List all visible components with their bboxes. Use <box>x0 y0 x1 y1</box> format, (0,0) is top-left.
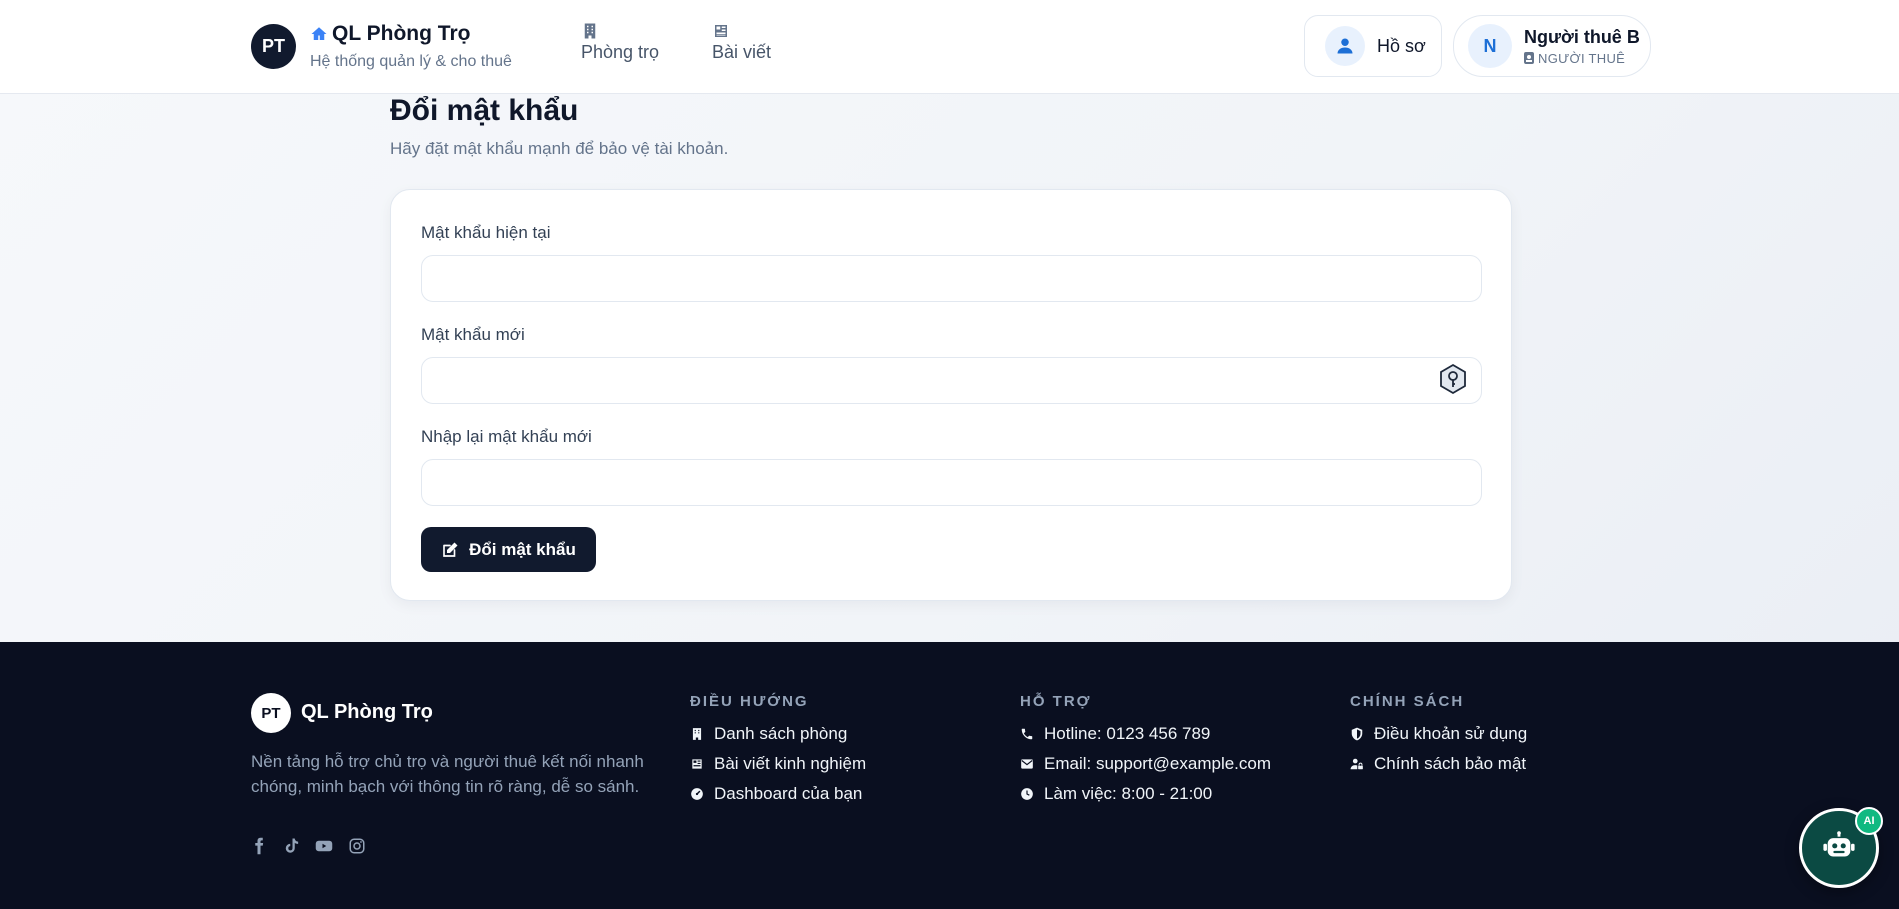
user-icon <box>1325 26 1365 66</box>
footer-heading-support: HỖ TRỢ <box>1020 693 1092 710</box>
footer-logo: PT <box>251 693 291 733</box>
brand-logo[interactable]: PT <box>251 24 296 69</box>
current-password-label: Mật khẩu hiện tại <box>421 223 551 242</box>
new-password-input[interactable] <box>421 357 1482 404</box>
footer-email[interactable]: Email: support@example.com <box>1020 754 1271 774</box>
page-title: Đổi mật khẩu <box>390 94 579 127</box>
footer-link-articles[interactable]: Bài viết kinh nghiệm <box>690 754 866 774</box>
profile-button[interactable]: Hồ sơ <box>1304 15 1442 77</box>
nav-item-label: Bài viết <box>712 42 772 62</box>
footer-link-dashboard[interactable]: Dashboard của bạn <box>690 784 862 804</box>
footer-link-label: Danh sách phòng <box>714 724 848 743</box>
footer-support-label: Hotline: 0123 456 789 <box>1044 724 1211 743</box>
id-badge-icon <box>1524 52 1534 64</box>
envelope-icon <box>1021 759 1033 769</box>
tiktok-icon[interactable] <box>282 837 300 855</box>
avatar: N <box>1468 24 1512 68</box>
phone-icon <box>1021 728 1033 740</box>
footer-description: Nền tảng hỗ trợ chủ trọ và người thuê kế… <box>251 752 644 796</box>
password-key-icon[interactable] <box>1437 363 1469 395</box>
edit-icon <box>443 542 458 557</box>
footer-link-label: Điều khoản sử dụng <box>1374 724 1528 743</box>
change-password-button-label: Đổi mật khẩu <box>469 539 576 559</box>
robot-icon <box>1823 831 1855 857</box>
footer-link-privacy[interactable]: Chính sách bảo mật <box>1350 754 1526 774</box>
nav-item-posts[interactable]: Bài viết <box>712 22 771 63</box>
confirm-password-label: Nhập lại mật khẩu mới <box>421 427 592 446</box>
user-role-text: NGƯỜI THUÊ <box>1538 50 1626 66</box>
footer-link-room-list[interactable]: Danh sách phòng <box>690 724 847 744</box>
user-name: Người thuê B <box>1524 26 1640 47</box>
gauge-icon <box>691 788 703 800</box>
user-role: NGƯỜI THUÊ <box>1524 51 1640 66</box>
page-subtitle: Hãy đặt mật khẩu mạnh để bảo vệ tài khoả… <box>390 139 729 158</box>
change-password-button[interactable]: Đổi mật khẩu <box>421 527 596 572</box>
newspaper-icon <box>715 25 727 37</box>
footer-heading-policy: CHÍNH SÁCH <box>1350 693 1465 710</box>
current-password-input[interactable] <box>421 255 1482 302</box>
footer-hotline: Hotline: 0123 456 789 <box>1020 724 1210 744</box>
ai-badge: AI <box>1855 807 1883 835</box>
footer-link-label: Dashboard của bạn <box>714 784 863 803</box>
instagram-icon[interactable] <box>348 837 366 855</box>
brand-title[interactable]: QL Phòng Trọ <box>310 22 470 46</box>
confirm-password-input[interactable] <box>421 459 1482 506</box>
building-icon <box>584 23 596 39</box>
building-icon <box>692 728 702 740</box>
footer-link-terms[interactable]: Điều khoản sử dụng <box>1350 724 1527 744</box>
change-password-card: Mật khẩu hiện tại Mật khẩu mới Nhập lại … <box>390 189 1512 601</box>
clock-icon <box>1021 788 1033 800</box>
footer-working-hours: Làm việc: 8:00 - 21:00 <box>1020 784 1212 804</box>
new-password-label: Mật khẩu mới <box>421 325 525 344</box>
footer-brand: QL Phòng Trọ <box>301 701 433 723</box>
youtube-icon[interactable] <box>315 837 333 855</box>
footer-support-label: Email: support@example.com <box>1044 754 1272 773</box>
home-icon <box>311 27 327 40</box>
user-lock-icon <box>1350 758 1363 770</box>
nav-item-label: Phòng trọ <box>581 42 660 62</box>
footer-link-label: Bài viết kinh nghiệm <box>714 754 867 773</box>
facebook-icon[interactable] <box>250 837 268 855</box>
footer-support-label: Làm việc: 8:00 - 21:00 <box>1044 784 1213 803</box>
newspaper-icon <box>692 759 702 769</box>
profile-label: Hồ sơ <box>1377 35 1426 56</box>
top-navbar: PT QL Phòng Trọ Hệ thống quản lý & cho t… <box>0 0 1899 94</box>
nav-item-rooms[interactable]: Phòng trọ <box>581 22 659 63</box>
footer: PT QL Phòng Trọ Nền tảng hỗ trợ chủ trọ … <box>0 642 1899 909</box>
footer-link-label: Chính sách bảo mật <box>1374 754 1527 773</box>
shield-icon <box>1351 727 1363 741</box>
brand-subtitle: Hệ thống quản lý & cho thuê <box>310 53 512 70</box>
brand-title-text: QL Phòng Trọ <box>332 22 471 45</box>
user-menu[interactable]: N Người thuê B NGƯỜI THUÊ <box>1453 15 1651 77</box>
footer-heading-navigation: ĐIỀU HƯỚNG <box>690 693 809 710</box>
